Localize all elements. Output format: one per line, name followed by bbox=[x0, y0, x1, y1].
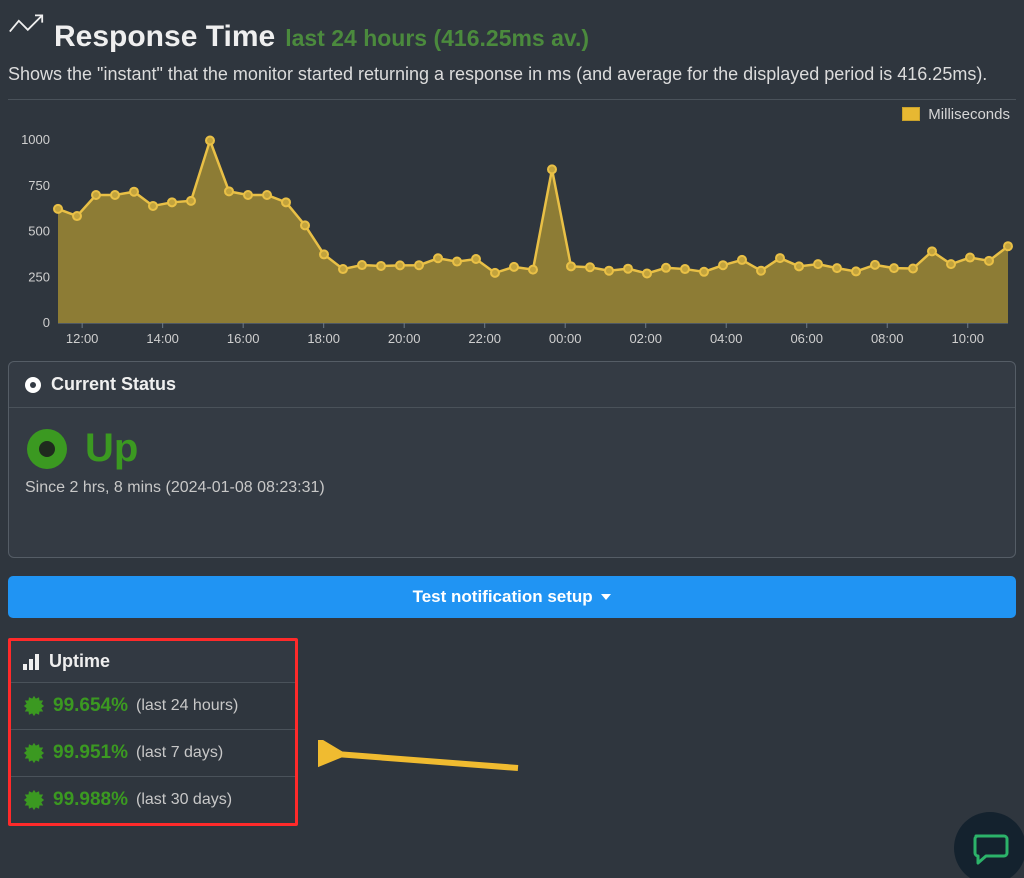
svg-text:02:00: 02:00 bbox=[629, 331, 662, 346]
legend-swatch bbox=[902, 107, 920, 121]
page-subtitle: last 24 hours (416.25ms av.) bbox=[285, 25, 589, 52]
divider bbox=[8, 99, 1016, 100]
uptime-row: 99.654% (last 24 hours) bbox=[11, 683, 295, 729]
status-label: Up bbox=[85, 426, 138, 471]
response-time-icon bbox=[8, 10, 44, 51]
status-since: Since 2 hrs, 8 mins (2024-01-08 08:23:31… bbox=[25, 479, 999, 497]
support-chat-button[interactable] bbox=[954, 812, 1024, 878]
svg-text:12:00: 12:00 bbox=[66, 331, 99, 346]
chart-legend: Milliseconds bbox=[8, 106, 1016, 123]
test-notification-label: Test notification setup bbox=[413, 587, 593, 606]
uptime-label: (last 7 days) bbox=[136, 744, 223, 762]
uptime-row: 99.988% (last 30 days) bbox=[11, 776, 295, 823]
svg-text:00:00: 00:00 bbox=[549, 331, 582, 346]
svg-text:14:00: 14:00 bbox=[146, 331, 179, 346]
page-title: Response Time bbox=[54, 20, 275, 54]
record-icon bbox=[25, 377, 41, 393]
svg-text:16:00: 16:00 bbox=[227, 331, 260, 346]
annotation-arrow-icon bbox=[318, 740, 528, 780]
current-status-heading-text: Current Status bbox=[51, 374, 176, 395]
page-title-block: Response Time last 24 hours (416.25ms av… bbox=[8, 10, 1016, 54]
svg-text:08:00: 08:00 bbox=[871, 331, 904, 346]
svg-text:750: 750 bbox=[28, 178, 50, 193]
svg-text:500: 500 bbox=[28, 224, 50, 239]
svg-text:0: 0 bbox=[43, 315, 50, 330]
burst-icon bbox=[23, 789, 45, 811]
bars-icon bbox=[23, 654, 39, 670]
svg-text:1000: 1000 bbox=[21, 132, 50, 147]
uptime-heading-text: Uptime bbox=[49, 651, 110, 672]
svg-text:18:00: 18:00 bbox=[307, 331, 340, 346]
status-up-icon bbox=[27, 429, 67, 469]
uptime-value: 99.951% bbox=[53, 742, 128, 764]
response-time-chart[interactable]: 0 250 500 750 1000 12:00 14:00 16:00 18:00 20:00 2… bbox=[8, 125, 1014, 355]
svg-text:04:00: 04:00 bbox=[710, 331, 743, 346]
svg-text:06:00: 06:00 bbox=[790, 331, 823, 346]
uptime-label: (last 30 days) bbox=[136, 791, 232, 809]
legend-label: Milliseconds bbox=[928, 106, 1010, 123]
burst-icon bbox=[23, 695, 45, 717]
burst-icon bbox=[23, 742, 45, 764]
uptime-value: 99.654% bbox=[53, 695, 128, 717]
svg-text:20:00: 20:00 bbox=[388, 331, 421, 346]
uptime-heading: Uptime bbox=[11, 641, 295, 683]
current-status-panel: Current Status Up Since 2 hrs, 8 mins (2… bbox=[8, 361, 1016, 558]
chat-icon bbox=[970, 828, 1010, 868]
uptime-panel: Uptime 99.654% (last 24 hours) 99.951% (las… bbox=[8, 638, 298, 826]
current-status-heading: Current Status bbox=[9, 362, 1015, 408]
svg-text:250: 250 bbox=[28, 269, 50, 284]
uptime-row: 99.951% (last 7 days) bbox=[11, 729, 295, 776]
test-notification-button[interactable]: Test notification setup bbox=[8, 576, 1016, 618]
uptime-label: (last 24 hours) bbox=[136, 697, 238, 715]
chevron-down-icon bbox=[601, 594, 611, 600]
page-description: Shows the "instant" that the monitor sta… bbox=[8, 64, 1016, 85]
svg-text:10:00: 10:00 bbox=[951, 331, 984, 346]
status-row: Up bbox=[27, 426, 999, 471]
svg-text:22:00: 22:00 bbox=[468, 331, 501, 346]
uptime-value: 99.988% bbox=[53, 789, 128, 811]
